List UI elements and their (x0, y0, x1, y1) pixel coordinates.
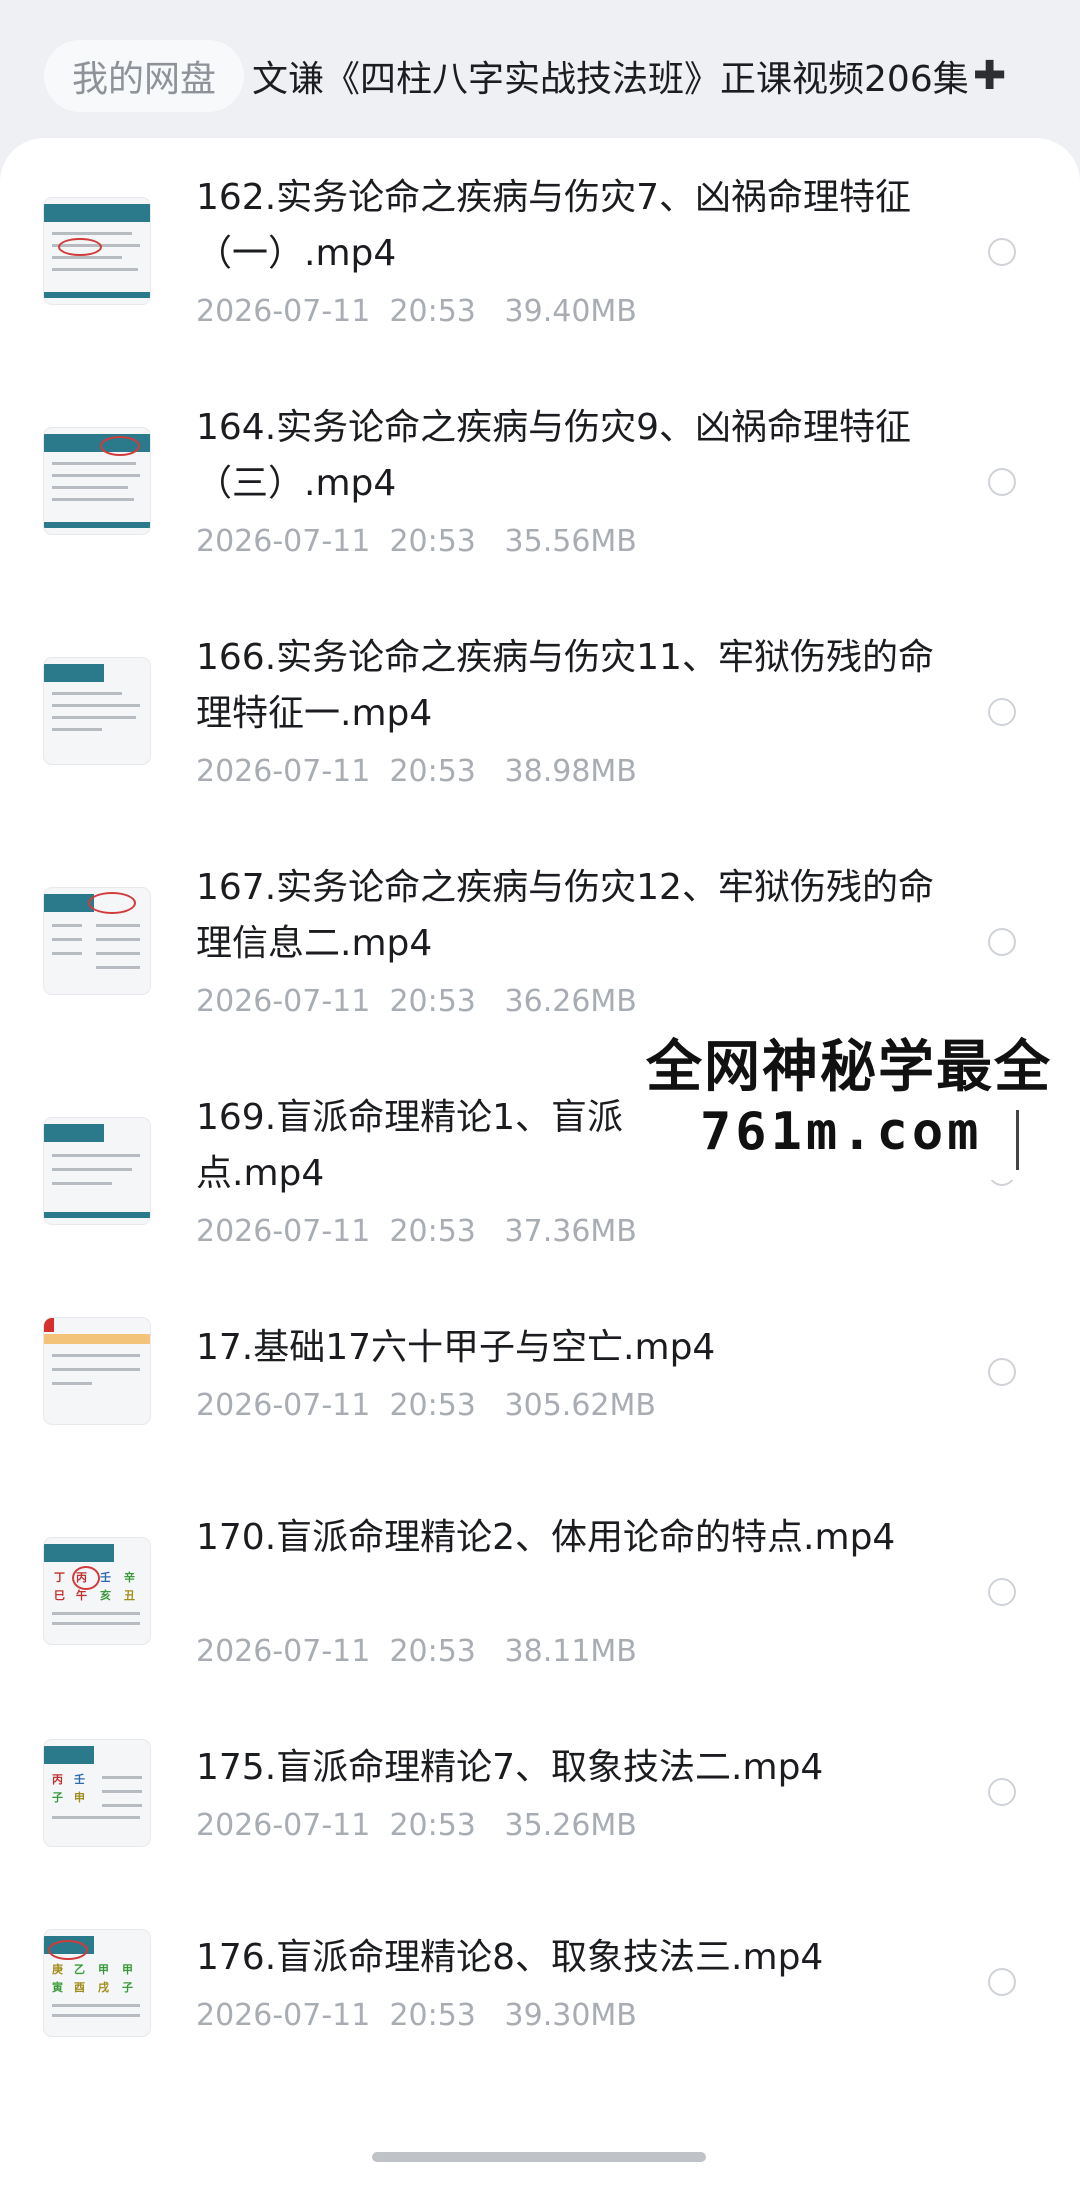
select-radio[interactable] (988, 698, 1016, 726)
file-size: 39.40MB (504, 294, 637, 329)
file-meta: 2026-07-11 20:53 35.26MB (196, 1808, 637, 1843)
breadcrumb-current-folder: 文谦《四柱八字实战技法班》正课视频206集 (252, 59, 969, 100)
select-radio[interactable] (988, 1968, 1016, 1996)
file-date: 2026-07-11 (196, 754, 371, 789)
video-thumbnail (44, 1318, 150, 1424)
video-thumbnail: 丙 壬 子 申 (44, 1740, 150, 1846)
select-radio[interactable] (988, 1778, 1016, 1806)
file-size: 36.26MB (504, 984, 637, 1019)
screen: 我的网盘 文谦《四柱八字实战技法班》正课视频206集 ✚ 162.实务论命之疾病… (0, 0, 1080, 2196)
select-radio[interactable] (988, 928, 1016, 956)
video-thumbnail (44, 428, 150, 534)
file-time: 20:53 (389, 1214, 476, 1249)
breadcrumb-root[interactable]: 我的网盘 (44, 40, 245, 112)
file-size: 38.98MB (504, 754, 637, 789)
select-radio[interactable] (988, 468, 1016, 496)
file-name: 164.实务论命之疾病与伤灾9、凶祸命理特征（三）.mp4 (196, 407, 912, 504)
select-radio[interactable] (988, 1578, 1016, 1606)
video-thumbnail (44, 658, 150, 764)
watermark: 全网神秘学最全 761m.com (640, 1010, 1080, 1180)
file-date: 2026-07-11 (196, 294, 371, 329)
watermark-divider (1016, 1110, 1019, 1170)
home-indicator[interactable] (372, 2152, 706, 2162)
file-size: 35.26MB (504, 1808, 637, 1843)
file-date: 2026-07-11 (196, 984, 371, 1019)
file-date: 2026-07-11 (196, 1214, 371, 1249)
file-date: 2026-07-11 (196, 1634, 371, 1669)
file-time: 20:53 (389, 294, 476, 329)
file-date: 2026-07-11 (196, 1808, 371, 1843)
file-meta: 2026-07-11 20:53 37.36MB (196, 1214, 637, 1249)
file-time: 20:53 (389, 1998, 476, 2033)
video-thumbnail (44, 198, 150, 304)
file-name: 170.盲派命理精论2、体用论命的特点.mp4 (196, 1517, 896, 1558)
file-size: 35.56MB (504, 524, 637, 559)
file-size: 305.62MB (504, 1388, 656, 1423)
file-size: 37.36MB (504, 1214, 637, 1249)
file-time: 20:53 (389, 1634, 476, 1669)
select-radio[interactable] (988, 238, 1016, 266)
file-time: 20:53 (389, 984, 476, 1019)
file-meta: 2026-07-11 20:53 36.26MB (196, 984, 637, 1019)
file-meta: 2026-07-11 20:53 39.40MB (196, 294, 637, 329)
file-meta: 2026-07-11 20:53 39.30MB (196, 1998, 637, 2033)
watermark-line1: 全网神秘学最全 (646, 1035, 1052, 1100)
file-name: 166.实务论命之疾病与伤灾11、牢狱伤残的命理特征一.mp4 (196, 637, 934, 734)
select-radio[interactable] (988, 1358, 1016, 1386)
video-thumbnail (44, 1118, 150, 1224)
file-time: 20:53 (389, 524, 476, 559)
file-name: 162.实务论命之疾病与伤灾7、凶祸命理特征（一）.mp4 (196, 177, 912, 274)
file-date: 2026-07-11 (196, 524, 371, 559)
video-thumbnail: 庚 乙 甲 甲 寅 酉 戌 子 (44, 1930, 150, 2036)
watermark-line2: 761m.com (700, 1102, 983, 1162)
file-size: 38.11MB (504, 1634, 637, 1669)
file-name: 167.实务论命之疾病与伤灾12、牢狱伤残的命理信息二.mp4 (196, 867, 934, 964)
file-meta: 2026-07-11 20:53 38.11MB (196, 1634, 637, 1669)
file-date: 2026-07-11 (196, 1388, 371, 1423)
file-meta: 2026-07-11 20:53 305.62MB (196, 1388, 656, 1423)
file-time: 20:53 (389, 1388, 476, 1423)
video-thumbnail: 丁 丙 壬 辛 巳 午 亥 丑 (44, 1538, 150, 1644)
file-name: 176.盲派命理精论8、取象技法三.mp4 (196, 1937, 824, 1978)
file-name: 175.盲派命理精论7、取象技法二.mp4 (196, 1747, 824, 1788)
file-meta: 2026-07-11 20:53 35.56MB (196, 524, 637, 559)
plus-icon[interactable]: ✚ (973, 53, 1007, 99)
file-size: 39.30MB (504, 1998, 637, 2033)
file-name: 17.基础17六十甲子与空亡.mp4 (196, 1327, 716, 1368)
file-time: 20:53 (389, 1808, 476, 1843)
video-thumbnail (44, 888, 150, 994)
file-time: 20:53 (389, 754, 476, 789)
breadcrumb: 我的网盘 文谦《四柱八字实战技法班》正课视频206集 ✚ (0, 36, 1080, 116)
file-meta: 2026-07-11 20:53 38.98MB (196, 754, 637, 789)
file-date: 2026-07-11 (196, 1998, 371, 2033)
